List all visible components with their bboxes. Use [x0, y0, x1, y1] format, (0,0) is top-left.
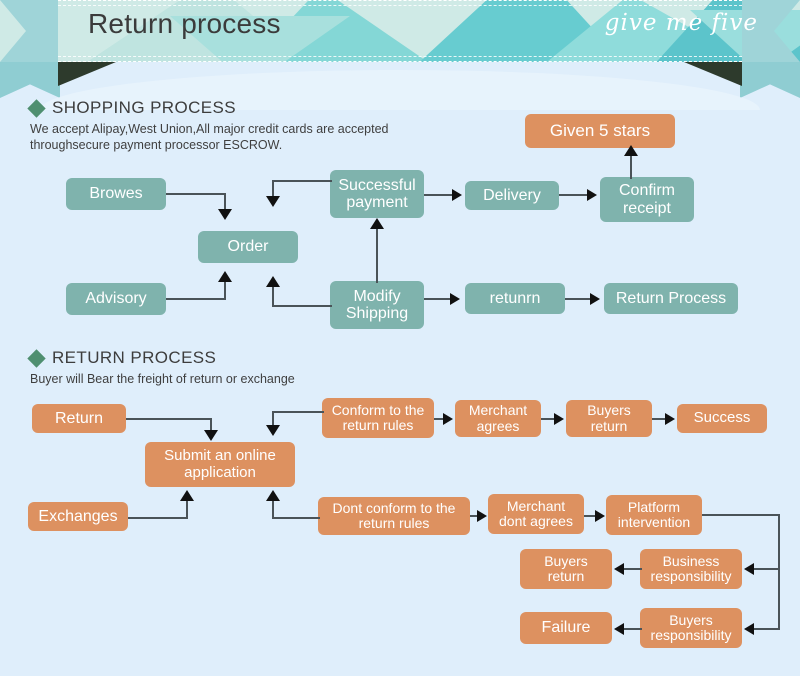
connector-platform-right: [702, 514, 780, 516]
connector-dont-conform-up: [272, 500, 274, 519]
shopping-process-title: SHOPPING PROCESS: [52, 98, 236, 117]
node-given-5-stars[interactable]: Given 5 stars: [525, 114, 675, 148]
node-buyers-responsibility[interactable]: Buyers responsibility: [640, 608, 742, 648]
diamond-bullet-icon: [27, 98, 46, 118]
node-success[interactable]: Success: [677, 404, 767, 433]
arrowhead-up-to-payment: [370, 218, 384, 229]
arrowhead-right-merchant-dont: [477, 510, 487, 522]
arrowhead-right-confirm: [587, 189, 597, 201]
node-submit-application[interactable]: Submit an online application: [145, 442, 295, 487]
arrowhead-up-stars: [624, 145, 638, 156]
connector-advisory-right: [166, 298, 226, 300]
node-return[interactable]: Return: [32, 404, 126, 433]
arrowhead-up-modify: [266, 276, 280, 287]
arrowhead-up-advisory: [218, 271, 232, 282]
connector-payment-to-delivery: [424, 194, 454, 196]
node-platform-intervention[interactable]: Platform intervention: [606, 495, 702, 535]
arrowhead-right-buyers-return: [554, 413, 564, 425]
node-merchant-agrees[interactable]: Merchant agrees: [455, 400, 541, 437]
node-browes[interactable]: Browes: [66, 178, 166, 210]
arrowhead-right-delivery: [452, 189, 462, 201]
arrowhead-up-exchanges: [180, 490, 194, 501]
node-successful-payment[interactable]: Successful payment: [330, 170, 424, 218]
node-modify-shipping[interactable]: Modify Shipping: [330, 281, 424, 329]
connector-bus-to-buyers-resp: [754, 628, 780, 630]
banner-left-fold: [58, 62, 116, 86]
connector-payment-left: [272, 180, 332, 182]
arrowhead-right-platform: [595, 510, 605, 522]
node-delivery[interactable]: Delivery: [465, 181, 559, 210]
node-order[interactable]: Order: [198, 231, 298, 263]
node-dont-conform-rules[interactable]: Dont conform to the return rules: [318, 497, 470, 535]
arrowhead-left-buyers-responsibility: [744, 623, 754, 635]
connector-exchanges-right: [128, 517, 188, 519]
connector-browes-right: [166, 193, 226, 195]
node-merchant-dont-agrees[interactable]: Merchant dont agrees: [488, 494, 584, 534]
connector-platform-vertical-bus: [778, 514, 780, 629]
node-advisory[interactable]: Advisory: [66, 283, 166, 315]
connector-modify-to-retunrn: [424, 298, 450, 300]
arrowhead-left-business-responsibility: [744, 563, 754, 575]
connector-modify-up: [272, 286, 274, 307]
connector-buyersresp-to-failure: [624, 628, 642, 630]
connector-exchanges-up: [186, 500, 188, 519]
return-process-title: RETURN PROCESS: [52, 348, 217, 367]
node-conform-rules[interactable]: Conform to the return rules: [322, 398, 434, 438]
connector-delivery-to-confirm: [559, 194, 589, 196]
arrowhead-down-submit: [204, 430, 218, 441]
connector-buyers-to-success: [652, 418, 666, 420]
connector-retunrn-to-process: [565, 298, 591, 300]
banner-left-tail: [0, 62, 60, 98]
node-confirm-receipt[interactable]: Confirm receipt: [600, 177, 694, 222]
arrowhead-right-merchant-agrees: [443, 413, 453, 425]
node-failure[interactable]: Failure: [520, 612, 612, 644]
arrowhead-up-dont-conform: [266, 490, 280, 501]
connector-conform-left: [272, 411, 324, 413]
arrowhead-right-process: [590, 293, 600, 305]
connector-modify-to-payment: [376, 228, 378, 283]
arrowhead-down-payment: [266, 196, 280, 207]
node-retunrn[interactable]: retunrn: [465, 283, 565, 314]
node-exchanges[interactable]: Exchanges: [28, 502, 128, 531]
arrowhead-right-retunrn: [450, 293, 460, 305]
connector-advisory-up: [224, 281, 226, 300]
arrowhead-down-conform: [266, 425, 280, 436]
shopping-process-heading: SHOPPING PROCESS: [27, 98, 236, 118]
banner-right-fold: [684, 62, 742, 86]
node-buyers-return-mid[interactable]: Buyers return: [520, 549, 612, 589]
banner-right-tail: [740, 62, 800, 98]
node-business-responsibility[interactable]: Business responsibility: [640, 549, 742, 589]
connector-modify-left: [272, 305, 332, 307]
shopping-process-description: We accept Alipay,West Union,All major cr…: [30, 122, 389, 152]
node-buyers-return-top[interactable]: Buyers return: [566, 400, 652, 437]
connector-return-right: [126, 418, 212, 420]
connector-dont-conform-left: [272, 517, 320, 519]
arrowhead-left-failure: [614, 623, 624, 635]
arrowhead-right-success: [665, 413, 675, 425]
return-process-description: Buyer will Bear the freight of return or…: [30, 372, 295, 386]
banner-script-text: give me five: [604, 10, 758, 36]
arrowhead-down-browes: [218, 209, 232, 220]
header-banner: Return process give me five: [0, 0, 800, 110]
diamond-bullet-icon: [27, 348, 46, 368]
node-return-process[interactable]: Return Process: [604, 283, 738, 314]
arrowhead-left-buyers-return-mid: [614, 563, 624, 575]
connector-merchant-to-buyers: [541, 418, 555, 420]
connector-business-to-buyersreturn: [624, 568, 642, 570]
page-title: Return process: [88, 8, 281, 39]
return-process-heading: RETURN PROCESS: [27, 348, 217, 368]
connector-confirm-to-stars: [630, 155, 632, 179]
connector-bus-to-business: [754, 568, 780, 570]
